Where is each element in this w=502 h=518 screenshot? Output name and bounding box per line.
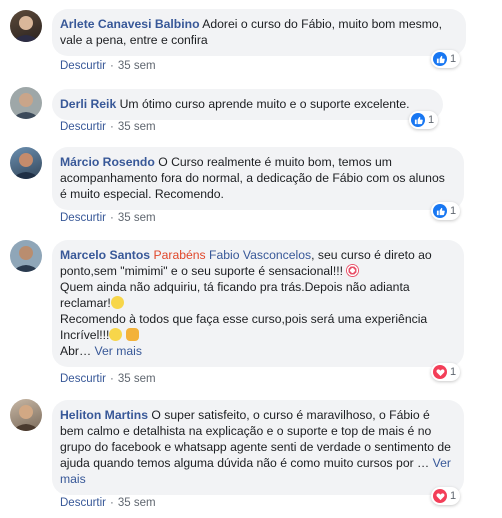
comment-time[interactable]: 35 sem	[118, 121, 156, 133]
unlike-button[interactable]: Descurtir	[60, 212, 106, 224]
avatar[interactable]	[10, 10, 42, 42]
fist-emoji-icon	[125, 328, 139, 341]
reaction-count: 1	[450, 205, 457, 217]
reaction-count: 1	[450, 366, 457, 378]
avatar[interactable]	[10, 399, 42, 431]
smile-emoji-icon	[109, 328, 123, 341]
comment-actions: Descurtir · 35 sem	[60, 212, 156, 224]
comment-time[interactable]: 35 sem	[118, 373, 156, 385]
comment-bubble: Marcelo Santos Parabéns Fabio Vasconcelo…	[52, 240, 464, 367]
reaction-badge[interactable]: 1	[431, 487, 461, 505]
avatar-image	[12, 153, 40, 179]
reaction-count: 1	[450, 53, 457, 65]
mention-link[interactable]: Fabio Vasconcelos	[209, 248, 311, 262]
separator: ·	[110, 121, 114, 133]
separator: ·	[110, 60, 114, 72]
comment-actions: Descurtir · 35 sem	[60, 373, 156, 385]
comment-actions: Descurtir · 35 sem	[60, 121, 156, 133]
like-icon	[411, 113, 425, 127]
comment-author[interactable]: Arlete Canavesi Balbino	[60, 17, 200, 31]
separator: ·	[110, 497, 114, 509]
reaction-count: 1	[450, 490, 457, 502]
comment-text: Um ótimo curso aprende muito e o suporte…	[119, 97, 410, 111]
comment-actions: Descurtir · 35 sem	[60, 497, 156, 509]
avatar[interactable]	[10, 240, 42, 272]
avatar[interactable]	[10, 147, 42, 179]
see-more-link[interactable]: Ver mais	[95, 344, 142, 358]
comment-text: Abr…	[60, 344, 92, 358]
unlike-button[interactable]: Descurtir	[60, 121, 106, 133]
comment-bubble: Heliton Martins O super satisfeito, o cu…	[52, 400, 464, 495]
comment-bubble: Derli Reik Um ótimo curso aprende muito …	[52, 89, 443, 120]
reaction-badge[interactable]: 1	[409, 111, 439, 129]
comment-author[interactable]: Derli Reik	[60, 97, 116, 111]
comment-actions: Descurtir · 35 sem	[60, 60, 156, 72]
like-icon	[433, 52, 447, 66]
reaction-badge[interactable]: 1	[431, 202, 461, 220]
comment-bubble: Márcio Rosendo O Curso realmente é muito…	[52, 147, 464, 210]
reaction-count: 1	[428, 114, 435, 126]
unlike-button[interactable]: Descurtir	[60, 497, 106, 509]
mention-link[interactable]: Parabéns	[153, 248, 205, 262]
avatar-image	[12, 93, 40, 119]
target-emoji-icon	[346, 264, 360, 277]
avatar[interactable]	[10, 87, 42, 119]
comment-author[interactable]: Márcio Rosendo	[60, 155, 155, 169]
avatar-image	[12, 405, 40, 431]
comment-time[interactable]: 35 sem	[118, 60, 156, 72]
like-icon	[433, 204, 447, 218]
comment-time[interactable]: 35 sem	[118, 497, 156, 509]
comment-author[interactable]: Heliton Martins	[60, 408, 148, 422]
smile-emoji-icon	[110, 296, 124, 309]
heart-icon	[433, 365, 447, 379]
reaction-badge[interactable]: 1	[431, 50, 461, 68]
avatar-image	[12, 246, 40, 272]
separator: ·	[110, 373, 114, 385]
unlike-button[interactable]: Descurtir	[60, 60, 106, 72]
unlike-button[interactable]: Descurtir	[60, 373, 106, 385]
comment-bubble: Arlete Canavesi Balbino Adorei o curso d…	[52, 9, 466, 56]
comment-time[interactable]: 35 sem	[118, 212, 156, 224]
separator: ·	[110, 212, 114, 224]
comment-author[interactable]: Marcelo Santos	[60, 248, 150, 262]
avatar-image	[12, 16, 40, 42]
reaction-badge[interactable]: 1	[431, 363, 461, 381]
heart-icon	[433, 489, 447, 503]
